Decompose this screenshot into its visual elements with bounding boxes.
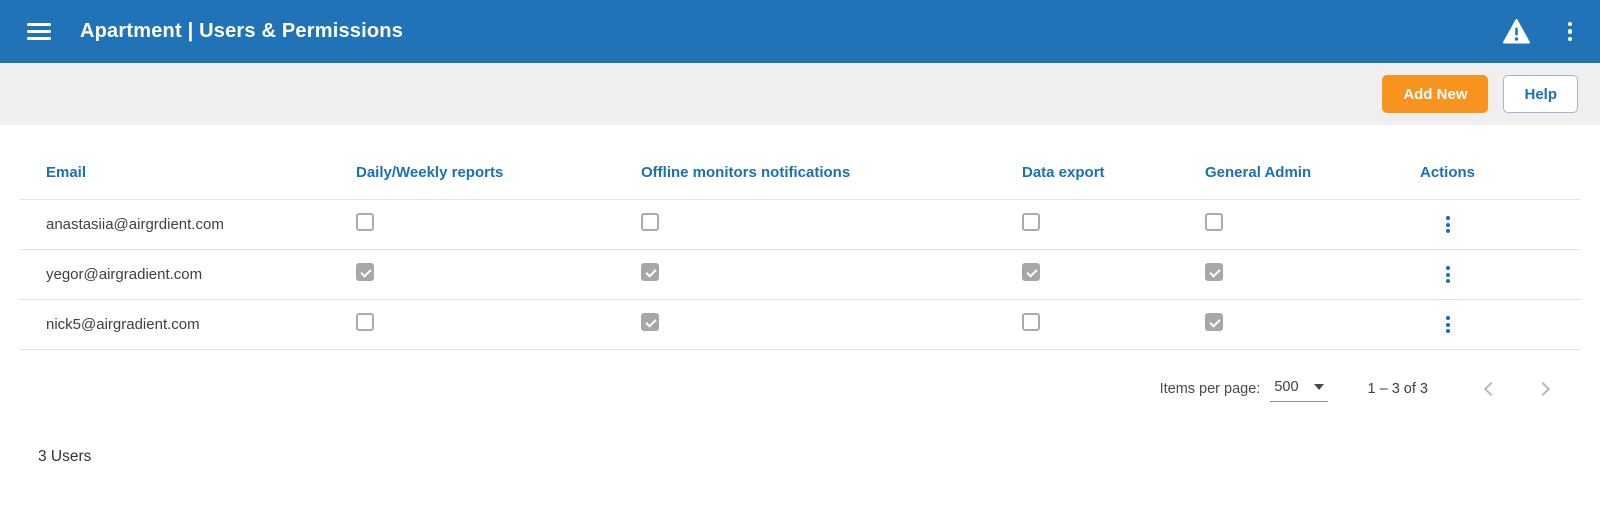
page-title: Apartment | Users & Permissions (80, 20, 404, 42)
row-actions-kebab-icon[interactable] (1442, 262, 1454, 287)
app-bar: Apartment | Users & Permissions (0, 0, 1600, 63)
warning-triangle-icon[interactable] (1502, 19, 1530, 44)
items-per-page-label: Items per page: (1159, 381, 1261, 397)
table-row: anastasiia@airgrdient.com (20, 200, 1580, 250)
toolbar: Add New Help (0, 63, 1600, 125)
row-actions-kebab-icon[interactable] (1442, 212, 1454, 237)
checkbox-general-admin[interactable] (1205, 263, 1223, 281)
column-header-actions: Actions (1420, 164, 1580, 181)
items-per-page-value: 500 (1274, 378, 1299, 395)
checkbox-daily-weekly-reports[interactable] (356, 263, 374, 281)
checkbox-general-admin[interactable] (1205, 313, 1223, 331)
column-header-data-export: Data export (1022, 163, 1105, 181)
row-actions-kebab-icon[interactable] (1442, 312, 1454, 337)
pagination-range: 1 – 3 of 3 (1367, 381, 1428, 397)
table-row: yegor@airgradient.com (20, 250, 1580, 300)
add-new-button[interactable]: Add New (1382, 75, 1489, 113)
previous-page-button[interactable] (1476, 376, 1502, 402)
checkbox-general-admin[interactable] (1205, 213, 1223, 231)
table-row: nick5@airgradient.com (20, 300, 1580, 350)
chevron-left-icon (1483, 381, 1499, 397)
hamburger-menu-icon[interactable] (27, 23, 51, 40)
user-email: yegor@airgradient.com (46, 266, 203, 283)
column-header-general-admin: General Admin (1205, 163, 1312, 181)
column-header-actions-label: Actions (1420, 163, 1476, 181)
user-email: nick5@airgradient.com (46, 316, 200, 333)
checkbox-offline-monitors-notifications[interactable] (641, 263, 659, 281)
user-count: 3 Users (38, 448, 92, 465)
help-button[interactable]: Help (1503, 75, 1578, 113)
checkbox-daily-weekly-reports[interactable] (356, 313, 374, 331)
checkbox-data-export[interactable] (1022, 313, 1040, 331)
user-email: anastasiia@airgrdient.com (46, 216, 224, 233)
checkbox-daily-weekly-reports[interactable] (356, 213, 374, 231)
checkbox-data-export[interactable] (1022, 263, 1040, 281)
table-header-row: Email Daily/Weekly reports Offline monit… (20, 145, 1580, 200)
checkbox-offline-monitors-notifications[interactable] (641, 313, 659, 331)
next-page-button[interactable] (1532, 376, 1558, 402)
items-per-page-select[interactable]: 500 (1270, 377, 1328, 402)
checkbox-offline-monitors-notifications[interactable] (641, 213, 659, 231)
caret-down-icon (1313, 383, 1324, 390)
users-table: Email Daily/Weekly reports Offline monit… (20, 125, 1580, 350)
chevron-right-icon (1535, 381, 1551, 397)
column-header-daily-weekly-reports: Daily/Weekly reports (356, 163, 504, 181)
overflow-menu-icon[interactable] (1562, 18, 1579, 46)
column-header-offline-monitors-notifications: Offline monitors notifications (641, 163, 851, 181)
checkbox-data-export[interactable] (1022, 213, 1040, 231)
pagination-bar: Items per page: 500 1 – 3 of 3 (0, 362, 1600, 416)
column-header-email: Email (46, 163, 87, 181)
